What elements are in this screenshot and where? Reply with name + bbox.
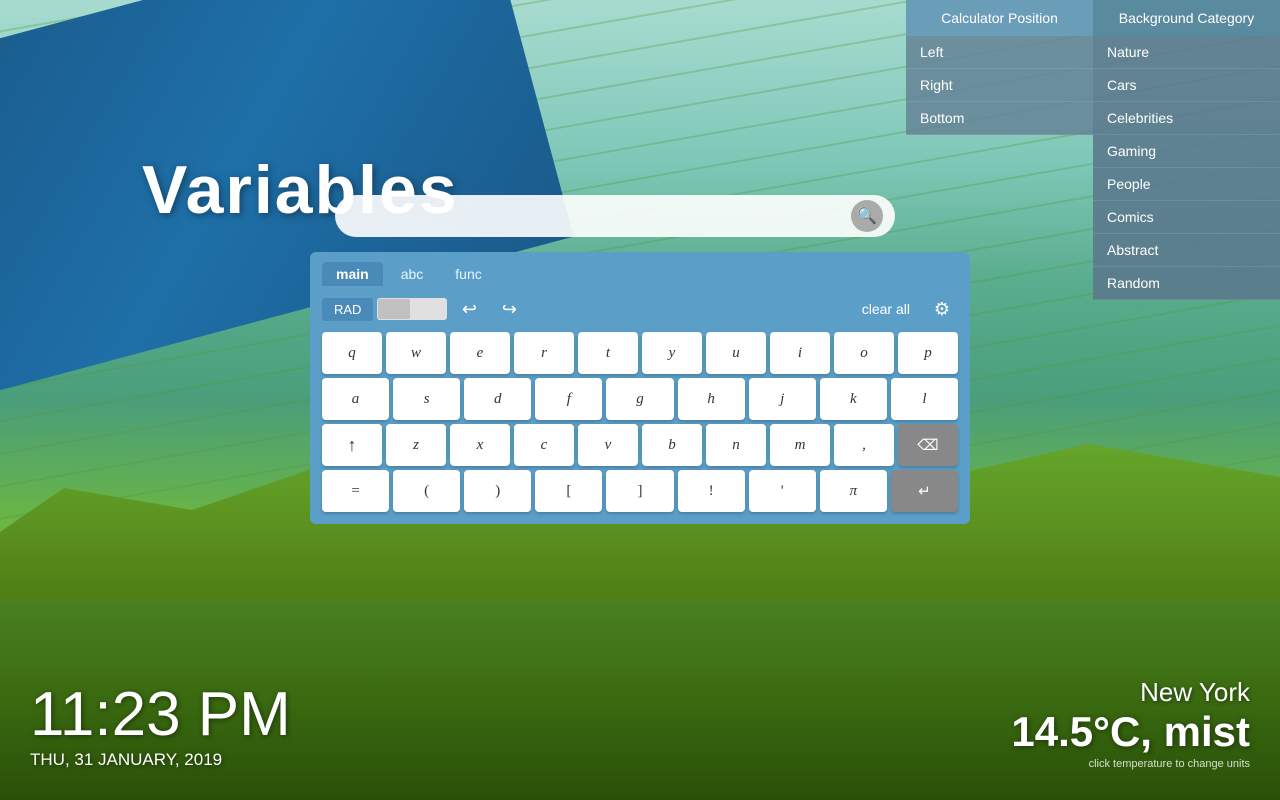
key-m[interactable]: m: [770, 424, 830, 466]
key-k[interactable]: k: [820, 378, 887, 420]
weather-area: New York 14.5°C, mist click temperature …: [1011, 677, 1250, 770]
calculator-panel: main abc func RAD ↩ ↪ clear all ⚙ q w e …: [310, 252, 970, 524]
kbd-row-3: ↑ z x c v b n m , ⌫: [322, 424, 958, 466]
rad-button[interactable]: RAD: [322, 298, 373, 321]
calc-tabs: main abc func: [322, 262, 958, 286]
clock-time: 11:23 PM: [30, 684, 291, 746]
key-enter[interactable]: ↵: [891, 470, 958, 512]
key-q[interactable]: q: [322, 332, 382, 374]
key-c[interactable]: c: [514, 424, 574, 466]
position-header: Calculator Position: [906, 0, 1093, 36]
tab-func[interactable]: func: [441, 262, 495, 286]
key-equals[interactable]: =: [322, 470, 389, 512]
key-n[interactable]: n: [706, 424, 766, 466]
key-shift[interactable]: ↑: [322, 424, 382, 466]
clock-date: THU, 31 JANUARY, 2019: [30, 750, 291, 770]
key-r[interactable]: r: [514, 332, 574, 374]
key-f[interactable]: f: [535, 378, 602, 420]
key-u[interactable]: u: [706, 332, 766, 374]
key-s[interactable]: s: [393, 378, 460, 420]
key-e[interactable]: e: [450, 332, 510, 374]
category-people[interactable]: People: [1093, 168, 1280, 201]
key-h[interactable]: h: [678, 378, 745, 420]
key-g[interactable]: g: [606, 378, 673, 420]
position-right[interactable]: Right: [906, 69, 1093, 102]
dropdown-container: Calculator Position Left Right Bottom Ba…: [906, 0, 1280, 300]
key-l[interactable]: l: [891, 378, 958, 420]
key-apostrophe[interactable]: ': [749, 470, 816, 512]
key-delete[interactable]: ⌫: [898, 424, 958, 466]
key-z[interactable]: z: [386, 424, 446, 466]
key-y[interactable]: y: [642, 332, 702, 374]
category-comics[interactable]: Comics: [1093, 201, 1280, 234]
clear-button[interactable]: clear all: [850, 297, 922, 321]
category-cars[interactable]: Cars: [1093, 69, 1280, 102]
kbd-row-4: = ( ) [ ] ! ' π ↵: [322, 470, 958, 512]
weather-city: New York: [1011, 677, 1250, 708]
undo-button[interactable]: ↩: [451, 294, 487, 324]
key-p[interactable]: p: [898, 332, 958, 374]
kbd-row-1: q w e r t y u i o p: [322, 332, 958, 374]
kbd-row-2: a s d f g h j k l: [322, 378, 958, 420]
key-a[interactable]: a: [322, 378, 389, 420]
category-dropdown: Background Category Nature Cars Celebrit…: [1093, 0, 1280, 300]
key-t[interactable]: t: [578, 332, 638, 374]
position-dropdown: Calculator Position Left Right Bottom: [906, 0, 1093, 300]
key-i[interactable]: i: [770, 332, 830, 374]
key-lbracket[interactable]: [: [535, 470, 602, 512]
mode-row: RAD ↩ ↪ clear all ⚙: [322, 294, 958, 324]
key-rparen[interactable]: ): [464, 470, 531, 512]
search-input[interactable]: [347, 207, 851, 225]
key-exclaim[interactable]: !: [678, 470, 745, 512]
category-nature[interactable]: Nature: [1093, 36, 1280, 69]
key-rbracket[interactable]: ]: [606, 470, 673, 512]
tab-abc[interactable]: abc: [387, 262, 438, 286]
mode-toggle[interactable]: [377, 298, 447, 320]
key-w[interactable]: w: [386, 332, 446, 374]
redo-button[interactable]: ↪: [491, 294, 527, 324]
key-comma[interactable]: ,: [834, 424, 894, 466]
tab-main[interactable]: main: [322, 262, 383, 286]
position-bottom[interactable]: Bottom: [906, 102, 1093, 135]
category-gaming[interactable]: Gaming: [1093, 135, 1280, 168]
key-o[interactable]: o: [834, 332, 894, 374]
weather-click-hint: click temperature to change units: [1011, 758, 1250, 770]
key-x[interactable]: x: [450, 424, 510, 466]
search-button[interactable]: 🔍: [851, 200, 883, 232]
key-lparen[interactable]: (: [393, 470, 460, 512]
category-random[interactable]: Random: [1093, 267, 1280, 300]
key-v[interactable]: v: [578, 424, 638, 466]
key-b[interactable]: b: [642, 424, 702, 466]
category-celebrities[interactable]: Celebrities: [1093, 102, 1280, 135]
key-j[interactable]: j: [749, 378, 816, 420]
key-d[interactable]: d: [464, 378, 531, 420]
position-left[interactable]: Left: [906, 36, 1093, 69]
search-bar: 🔍: [335, 195, 895, 237]
category-header: Background Category: [1093, 0, 1280, 36]
clock-area: 11:23 PM THU, 31 JANUARY, 2019: [30, 684, 291, 770]
weather-temp[interactable]: 14.5°C, mist: [1011, 708, 1250, 756]
mode-toggle-knob: [378, 299, 410, 319]
keyboard-grid: q w e r t y u i o p a s d f g h j k l ↑ …: [322, 332, 958, 512]
key-pi[interactable]: π: [820, 470, 887, 512]
category-abstract[interactable]: Abstract: [1093, 234, 1280, 267]
